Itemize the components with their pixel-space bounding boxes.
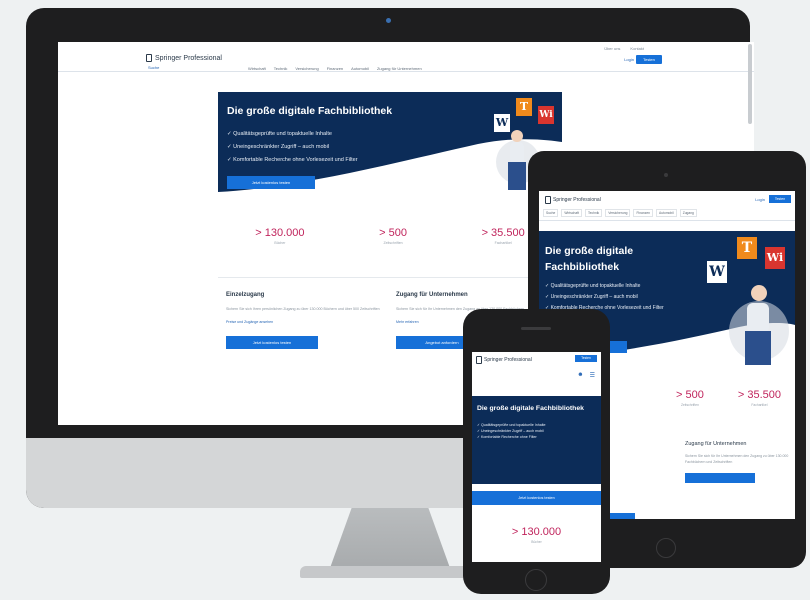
divider [218,277,562,278]
desktop-stats: > 130.000 Bücher > 500 Zeitschriften > 3… [218,227,562,245]
tablet-hero-title: Die große digitale Fachbibliothek [545,245,634,273]
stat-number: > 130.000 [511,526,562,538]
phone-header-icons: ☻ ☰ [577,372,595,379]
nav-item-finanzen[interactable]: Finanzen [327,66,343,71]
desktop-col-individual: Einzelzugang Sichern Sie sich Ihren pers… [226,292,386,349]
stat-books: > 130.000 Bücher [255,227,304,245]
book-wi-icon: Wi [538,106,554,124]
desktop-scrollbar[interactable] [748,44,752,124]
desktop-toplinks: Über uns Kontakt [604,46,644,51]
user-icon[interactable]: ☻ [577,372,583,379]
desktop-hero-banner: Die große digitale Fachbibliothek ✓ Qual… [218,92,562,204]
toplink-about[interactable]: Über uns [604,46,620,51]
phone-speaker [521,327,551,330]
hero-check-item: ✓ Komfortable Recherche ohne Vorlesezeit… [227,157,358,163]
col-text: Sichern Sie sich Ihren persönlichen Zuga… [226,307,380,311]
tablet-login-link[interactable]: Login [755,197,765,202]
col-text: Sichern Sie sich für Ihr Unternehmen den… [685,454,789,464]
phone-register-button[interactable]: Testen [575,355,597,362]
phone-screen: Springer Professional Testen ☻ ☰ Die gro… [472,352,601,562]
stat-number: > 500 [379,227,407,239]
tablet-col-business: Zugang für Unternehmen Sichern Sie sich … [685,441,791,483]
desktop-hero-cta-button[interactable]: Jetzt kostenlos testen [227,176,315,189]
hero-check-item: ✓ Uneingeschränkter Zugriff – auch mobil [227,144,330,150]
book-wi-icon: Wi [765,247,785,269]
stat-number: > 35.500 [737,389,781,401]
springer-logo-icon [545,196,551,204]
stat-number: > 35.500 [481,227,525,239]
stat-number: > 500 [676,389,704,401]
book-t-icon: T [737,237,757,259]
stat-label: Zeitschriften [680,403,699,407]
tablet-nav-item[interactable]: Versicherung [605,209,631,217]
phone-hero-banner: Die große digitale Fachbibliothek ✓ Qual… [472,396,601,484]
tablet-home-button[interactable] [656,538,676,558]
desktop-register-button[interactable]: Testen [636,55,662,64]
desktop-hero-title: Die große digitale Fachbibliothek [227,105,393,117]
webcam-dot [386,18,391,23]
tablet-nav-item[interactable]: Automobil [656,209,677,217]
nav-item-automobil[interactable]: Automobil [351,66,369,71]
col-individual-button[interactable]: Jetzt kostenlos testen [226,336,318,349]
springer-logo-icon [146,54,152,62]
phone-cta-button[interactable]: Jetzt kostenlos testen [472,491,601,505]
desktop-logo[interactable]: Springer Professional [146,54,222,62]
tablet-camera [664,173,668,177]
nav-item-unternehmen[interactable]: Zugang für Unternehmen [377,66,422,71]
tablet-nav-item[interactable]: Finanzen [633,209,654,217]
tablet-register-button[interactable]: Testen [769,195,791,203]
tablet-logo[interactable]: Springer Professional [545,196,601,204]
stat-articles: > 35.500 Fachartikel [482,227,525,245]
tablet-nav-item[interactable]: Technik [585,209,603,217]
stat-label: Zeitschriften [383,241,403,245]
book-w-icon: W [494,114,510,132]
phone-hero-title: Die große digitale Fachbibliothek [477,405,584,412]
stat-label: Fachartikel [494,241,512,245]
col-title: Einzelzugang [226,292,265,298]
col-link[interactable]: Preise und Zugänge ansehen [226,320,386,324]
stat-number: > 130.000 [255,227,305,239]
monitor-stand [330,508,450,568]
col-title: Zugang für Unternehmen [685,441,747,447]
hero-check-item: ✓ Qualitätsgeprüfte und topaktuelle Inha… [545,283,641,289]
tablet-nav-item[interactable]: Suche [543,209,559,217]
nav-item-wirtschaft[interactable]: Wirtschaft [248,66,266,71]
col-business-button[interactable] [685,473,755,483]
monitor-base [300,566,480,578]
phone-home-button[interactable] [525,569,547,591]
phone-stat-books: > 130.000 Bücher [472,526,601,544]
stat-journals: > 500 Zeitschriften [379,227,407,245]
desktop-hero-checklist: ✓ Qualitätsgeprüfte und topaktuelle Inha… [227,128,358,167]
springer-logo-icon [476,356,482,364]
stat-label: Fachartikel [751,403,768,407]
desktop-login-link[interactable]: Login [624,57,634,62]
tablet-nav-item[interactable]: Wirtschaft [561,209,583,217]
stat-journals: > 500 Zeitschriften [676,389,704,407]
menu-icon[interactable]: ☰ [590,372,595,379]
tablet-header: Springer Professional Login Testen Suche… [539,191,795,221]
desktop-search-link[interactable]: Suche [148,65,159,70]
tablet-nav-item[interactable]: Zugang [679,209,697,217]
desktop-brand: Springer Professional [155,54,222,62]
stat-label: Bücher [531,540,542,544]
book-t-icon: T [516,98,532,116]
phone-device: Springer Professional Testen ☻ ☰ Die gro… [463,309,610,594]
nav-item-technik[interactable]: Technik [274,66,288,71]
stat-articles: > 35.500 Fachartikel [738,389,781,407]
book-w-icon: W [707,261,727,283]
tablet-nav: Suche Wirtschaft Technik Versicherung Fi… [543,209,697,217]
hero-check-item: ✓ Komfortable Recherche ohne Filter [477,435,537,439]
phone-hero-checklist: ✓ Qualitätsgeprüfte und topaktuelle Inha… [477,422,595,440]
desktop-header: Springer Professional Über uns Kontakt L… [58,42,754,72]
desktop-nav: Wirtschaft Technik Versicherung Finanzen… [248,66,422,71]
phone-brand: Springer Professional [484,357,532,363]
tablet-brand: Springer Professional [553,197,601,203]
stat-label: Bücher [274,241,286,245]
nav-item-versicherung[interactable]: Versicherung [295,66,318,71]
hero-check-item: ✓ Uneingeschränkter Zugriff – auch mobil [545,294,638,300]
toplink-contact[interactable]: Kontakt [630,46,644,51]
phone-logo[interactable]: Springer Professional [476,356,532,364]
hero-check-item: ✓ Qualitätsgeprüfte und topaktuelle Inha… [227,131,332,137]
